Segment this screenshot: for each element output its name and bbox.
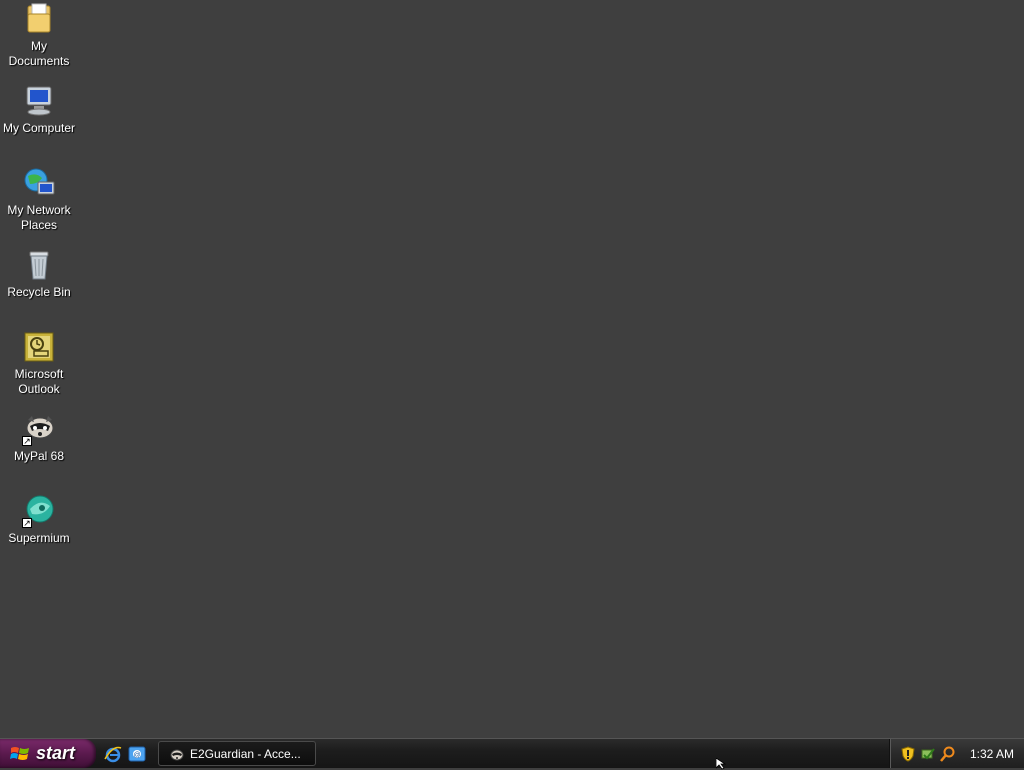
desktop-icon-supermium[interactable]: ↗ Supermium xyxy=(0,494,78,546)
desktop-icon-label: My Network Places xyxy=(7,203,71,232)
start-button[interactable]: start xyxy=(0,739,96,768)
my-computer-icon xyxy=(22,84,56,118)
desktop-icon-my-network-places[interactable]: My Network Places xyxy=(0,166,78,233)
system-tray: 1:32 AM xyxy=(889,739,1024,768)
desktop-icon-label: MyPal 68 xyxy=(13,449,65,463)
supermium-icon: ↗ xyxy=(22,494,56,528)
shortcut-arrow-icon: ↗ xyxy=(22,518,32,528)
desktop-icon-label: Recycle Bin xyxy=(7,285,71,299)
mouse-cursor-icon xyxy=(716,758,727,770)
desktop-icon-label: My Computer xyxy=(2,121,76,135)
desktop-icon-my-documents[interactable]: My Documents xyxy=(0,2,78,69)
outlook-icon xyxy=(22,330,56,364)
start-label: start xyxy=(36,743,76,763)
taskbar-button-e2guardian[interactable]: E2Guardian - Acce... xyxy=(158,741,316,766)
windows-flag-icon xyxy=(10,746,29,760)
clock[interactable]: 1:32 AM xyxy=(970,747,1014,761)
desktop-icon-label: Microsoft Outlook xyxy=(14,367,64,396)
desktop-icon-recycle-bin[interactable]: Recycle Bin xyxy=(0,248,78,300)
network-check-icon[interactable] xyxy=(920,746,936,762)
taskbar: start @ E2Guardian - Acce... 1:32 AM xyxy=(0,738,1024,768)
desktop-icon-microsoft-outlook[interactable]: Microsoft Outlook xyxy=(0,330,78,397)
security-shield-icon[interactable] xyxy=(900,745,916,762)
mypal-raccoon-icon: ↗ xyxy=(22,412,56,446)
e2guardian-icon xyxy=(170,749,184,760)
search-tray-icon[interactable] xyxy=(940,746,956,762)
desktop: My Documents My Computer My Network Plac… xyxy=(0,0,1024,738)
my-documents-folder-icon xyxy=(22,2,56,36)
shortcut-arrow-icon: ↗ xyxy=(22,436,32,446)
network-places-icon xyxy=(22,166,56,200)
desktop-icon-mypal-68[interactable]: ↗ MyPal 68 xyxy=(0,412,78,464)
outlook-express-icon[interactable]: @ xyxy=(128,745,146,763)
desktop-icon-label: My Documents xyxy=(8,39,70,68)
task-label: E2Guardian - Acce... xyxy=(190,746,301,761)
svg-text:@: @ xyxy=(133,752,140,759)
quick-launch-bar: @ xyxy=(104,743,146,765)
internet-explorer-icon[interactable] xyxy=(104,745,122,763)
desktop-icon-my-computer[interactable]: My Computer xyxy=(0,84,78,136)
desktop-icon-label: Supermium xyxy=(8,531,70,545)
recycle-bin-icon xyxy=(22,248,56,282)
